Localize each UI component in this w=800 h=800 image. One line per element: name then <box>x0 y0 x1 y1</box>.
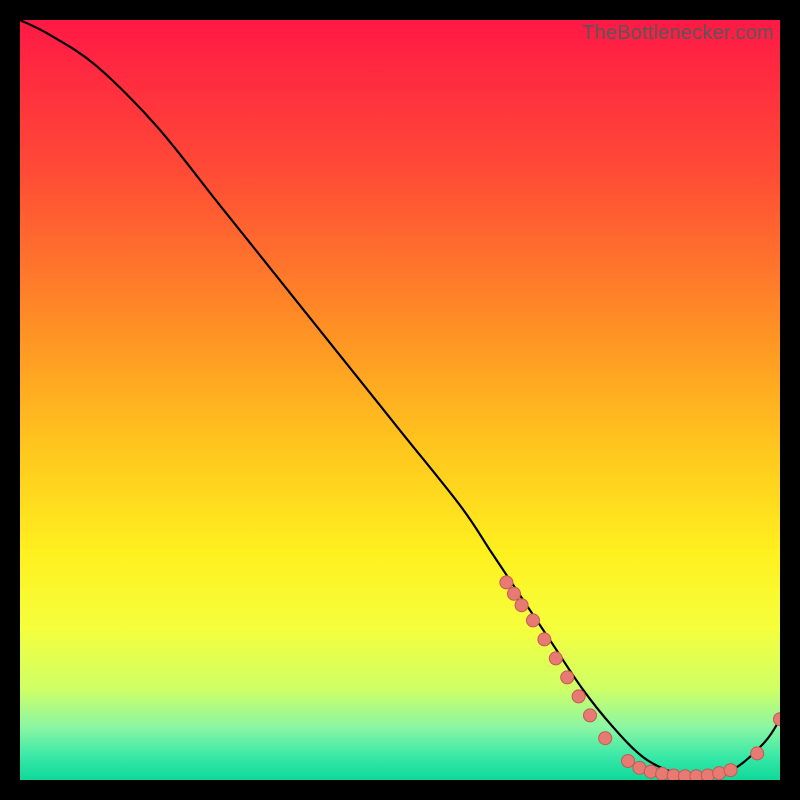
bottleneck-chart <box>20 20 780 780</box>
data-marker <box>549 652 562 665</box>
data-marker <box>724 764 737 777</box>
gradient-background <box>20 20 780 780</box>
data-marker <box>527 614 540 627</box>
data-marker <box>622 755 635 768</box>
data-marker <box>656 767 669 780</box>
data-marker <box>515 599 528 612</box>
data-marker <box>561 671 574 684</box>
data-marker <box>572 690 585 703</box>
data-marker <box>751 747 764 760</box>
data-marker <box>538 633 551 646</box>
chart-frame: TheBottlenecker.com <box>20 20 780 780</box>
data-marker <box>599 732 612 745</box>
data-marker <box>584 709 597 722</box>
data-marker <box>500 576 513 589</box>
data-marker <box>667 769 680 780</box>
data-marker <box>713 767 726 780</box>
data-marker <box>644 765 657 778</box>
watermark-text: TheBottlenecker.com <box>582 22 774 45</box>
data-marker <box>508 587 521 600</box>
